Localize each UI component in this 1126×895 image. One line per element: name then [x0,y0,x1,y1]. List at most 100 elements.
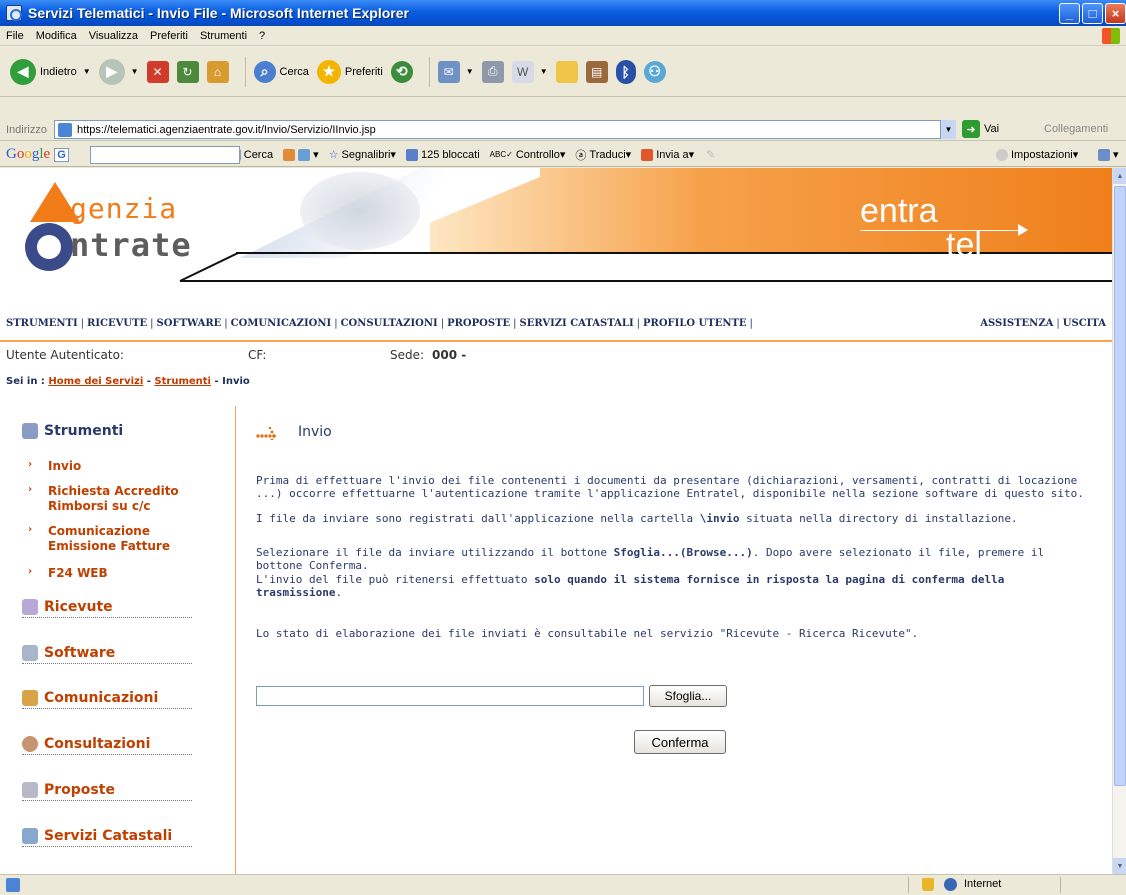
page-loaded-icon [6,878,20,892]
address-input[interactable]: https://telematici.agenziaentrate.gov.it… [54,120,954,139]
google-search-input[interactable] [90,146,240,164]
google-extra-button[interactable]: ▾ [1098,148,1119,161]
menu-strumenti[interactable]: Strumenti [194,30,253,42]
back-button[interactable]: ◀ Indietro ▼ [10,58,91,85]
dropdown-icon: ▾ [1113,149,1119,161]
sidebar-section-comunicazioni[interactable]: Comunicazioni [22,690,192,709]
google-g-button[interactable]: G [54,147,69,162]
confirm-button[interactable]: Conferma [634,730,726,754]
menu-file[interactable]: File [0,30,30,42]
address-dropdown-icon[interactable]: ▼ [940,120,956,139]
news-icon [283,148,296,161]
software-icon [22,645,38,661]
entratel-logo-top: entra [860,192,938,230]
sidebar-item-comunicazione-fatture[interactable]: › Comunicazione Emissione Fatture [28,524,208,554]
messenger-button[interactable]: ⚇ [643,60,666,83]
sidebar-section-consultazioni[interactable]: Consultazioni [22,736,192,755]
scroll-thumb[interactable] [1114,186,1126,786]
menu-modifica[interactable]: Modifica [30,30,83,42]
cadastral-icon [22,828,38,844]
close-button[interactable]: × [1105,3,1126,24]
logo-text-agenzia[interactable]: genzia [70,192,177,225]
browse-button[interactable]: Sfoglia... [649,685,727,707]
sidebar-section-software[interactable]: Software [22,645,192,664]
cf-label: CF: [248,348,267,362]
translate-icon: ⓐ [575,149,587,162]
dropdown-icon: ▾ [688,149,695,161]
bluetooth-button[interactable]: ᛒ [615,59,636,84]
browser-window: Servizi Telematici - Invio File - Micros… [0,0,1126,895]
history-button[interactable]: ⟲ [390,60,413,83]
google-send-to-button[interactable]: Invia a ▾ [641,148,694,161]
vertical-scrollbar[interactable]: ▲ ▼ [1112,168,1126,874]
scroll-up-icon[interactable]: ▲ [1113,168,1126,184]
search-button[interactable]: ⌕ Cerca [253,60,309,83]
stop-icon: ✕ [146,60,169,83]
nav-strumenti[interactable]: STRUMENTI [6,318,78,329]
folder-button[interactable] [555,60,578,83]
forward-dropdown-icon[interactable]: ▼ [131,67,139,76]
sidebar-section-servizi-catastali[interactable]: Servizi Catastali [22,828,192,847]
nav-uscita[interactable]: USCITA [1063,318,1106,329]
home-button[interactable]: ⌂ [206,60,229,83]
menu-preferiti[interactable]: Preferiti [144,30,194,42]
links-label[interactable]: Collegamenti [1044,123,1108,135]
nav-ricevute[interactable]: RICEVUTE [87,318,147,329]
refresh-button[interactable]: ↻ [176,60,199,83]
dropdown-icon: ▾ [625,149,632,161]
page-icon [58,123,72,137]
google-settings-button[interactable]: Impostazioni ▾ [996,148,1078,161]
security-zone-label[interactable]: Internet [964,878,1001,890]
google-bookmarks-button[interactable]: ☆ Segnalibri ▾ [329,148,396,162]
scroll-down-icon[interactable]: ▼ [1113,858,1126,874]
back-dropdown-icon[interactable]: ▼ [83,67,91,76]
nav-consultazioni[interactable]: CONSULTAZIONI [341,318,438,329]
nav-servizi-catastali[interactable]: SERVIZI CATASTALI [520,318,634,329]
nav-proposte[interactable]: PROPOSTE [447,318,510,329]
dropdown-icon: ▾ [1072,149,1079,161]
popup-blocker-icon [405,148,418,161]
favorites-button[interactable]: ★ Preferiti [316,59,383,84]
maximize-button[interactable]: □ [1082,3,1103,24]
nav-software[interactable]: SOFTWARE [157,318,222,329]
breadcrumb-strumenti-link[interactable]: Strumenti [154,376,211,387]
file-path-input[interactable] [256,686,644,706]
menu-help[interactable]: ? [253,30,271,42]
logo-text-entrate[interactable]: ntrate [70,226,192,264]
edit-button[interactable]: W ▼ [511,60,548,83]
print-button[interactable]: ⎙ [481,60,504,83]
lock-icon[interactable] [922,878,934,891]
google-highlight-button[interactable]: ✎ [706,148,715,161]
google-translate-button[interactable]: ⓐ Traduci ▾ [575,147,631,163]
stop-button[interactable]: ✕ [146,60,169,83]
search-icon: ⌕ [253,60,276,83]
menu-visualizza[interactable]: Visualizza [83,30,144,42]
go-button[interactable]: ➜ Vai [962,120,999,138]
proposals-icon [22,782,38,798]
edit-dropdown-icon[interactable]: ▼ [540,67,548,76]
google-logo[interactable]: Google [6,146,50,163]
windows-logo-icon [1102,28,1120,44]
minimize-button[interactable]: _ [1059,3,1080,24]
nav-comunicazioni[interactable]: COMUNICAZIONI [231,318,332,329]
google-popups-blocked[interactable]: 125 bloccati [405,148,480,161]
mail-button[interactable]: ✉ ▼ [437,60,474,83]
google-news-button[interactable]: ▾ [283,148,319,161]
settings-label: Impostazioni [1011,148,1073,161]
breadcrumb-home-link[interactable]: Home dei Servizi [48,376,143,387]
sidebar-section-ricevute[interactable]: Ricevute [22,599,192,618]
sidebar-item-invio[interactable]: › Invio [28,459,81,474]
google-spellcheck-button[interactable]: ABC✓ Controllo ▾ [490,148,566,162]
sidebar-item-richiesta-accredito[interactable]: › Richiesta Accredito Rimborsi su c/c [28,484,198,514]
nav-assistenza[interactable]: ASSISTENZA [980,318,1053,329]
google-toolbar: Google G Cerca ▾ ☆ Segnalibri ▾ 125 blocca… [0,143,1126,167]
entratel-arrow-icon [1018,224,1028,236]
mail-icon: ✉ [437,60,460,83]
research-button[interactable]: ▤ [585,60,608,83]
nav-profilo-utente[interactable]: PROFILO UTENTE [643,318,747,329]
mail-dropdown-icon[interactable]: ▼ [466,67,474,76]
sidebar-section-proposte[interactable]: Proposte [22,782,192,801]
sidebar-item-f24-web[interactable]: › F24 WEB [28,566,108,581]
forward-button[interactable]: ▶ ▼ [98,58,139,85]
sidebar-section-strumenti[interactable]: Strumenti [22,423,123,439]
